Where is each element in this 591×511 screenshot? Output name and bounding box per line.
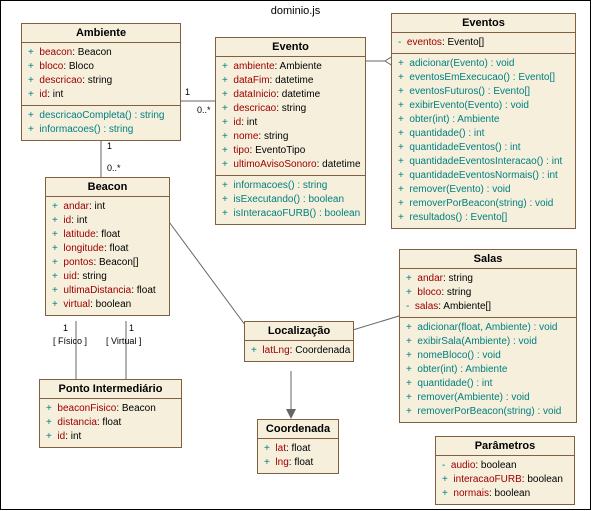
attrs: + beaconFisico: Beacon+ distancia: float… <box>40 399 181 447</box>
attribute-row: + andar: int <box>52 200 163 214</box>
attribute-row: + id: int <box>222 116 359 130</box>
attribute-row: + descricao: string <box>222 102 359 116</box>
attribute-row: + andar: string <box>406 272 570 286</box>
mult: [ Físico ] <box>53 336 87 346</box>
attrs: - eventos: Evento[] <box>392 33 575 54</box>
class-name: Parâmetros <box>436 437 574 456</box>
mult: 1 <box>63 323 68 333</box>
operation-row: + remover(Evento) : void <box>398 183 569 197</box>
mult: [ Virtual ] <box>106 336 141 346</box>
attribute-row: + id: int <box>46 430 175 444</box>
class-ambiente: Ambiente + beacon: Beacon+ bloco: Bloco+… <box>21 23 181 141</box>
attribute-row: + beacon: Beacon <box>28 46 174 60</box>
mult: 0..* <box>197 105 211 115</box>
attribute-row: + lng: float <box>264 456 332 470</box>
operation-row: + eventosEmExecucao() : Evento[] <box>398 71 569 85</box>
attribute-row: + dataFim: datetime <box>222 74 359 88</box>
class-name: Eventos <box>392 14 575 33</box>
attribute-row: + longitude: float <box>52 242 163 256</box>
class-salas: Salas + andar: string+ bloco: string- sa… <box>399 249 577 423</box>
operation-row: + quantidadeEventosInteracao() : int <box>398 155 569 169</box>
operation-row: + informacoes() : string <box>28 123 174 137</box>
attribute-row: + ambiente: Ambiente <box>222 60 359 74</box>
attribute-row: + virtual: boolean <box>52 298 163 312</box>
class-name: Ponto Intermediário <box>40 380 181 399</box>
attrs: - audio: boolean+ interacaoFURB: boolean… <box>436 456 574 504</box>
operation-row: + obter(int) : Ambiente <box>398 113 569 127</box>
uml-canvas: dominio.js 1 0..* 1 0..* 1 [ Físico ] 1 … <box>0 0 591 510</box>
class-evento: Evento + ambiente: Ambiente+ dataFim: da… <box>215 37 366 225</box>
class-name: Beacon <box>46 178 169 197</box>
mult: 1 <box>185 87 190 97</box>
operation-row: + quantidade() : int <box>406 377 570 391</box>
attrs: + ambiente: Ambiente+ dataFim: datetime+… <box>216 57 365 176</box>
class-parametros: Parâmetros - audio: boolean+ interacaoFU… <box>435 436 575 505</box>
class-ponto-intermediario: Ponto Intermediário + beaconFisico: Beac… <box>39 379 182 448</box>
attribute-row: - audio: boolean <box>442 459 568 473</box>
attrs: + latLng: Coordenada <box>245 341 353 361</box>
operation-row: + resultados() : Evento[] <box>398 211 569 225</box>
operation-row: + quantidadeEventos() : int <box>398 141 569 155</box>
mult: 1 <box>129 323 134 333</box>
operation-row: + exibirEvento(Evento) : void <box>398 99 569 113</box>
attrs: + andar: string+ bloco: string- salas: A… <box>400 269 576 318</box>
ops: + adicionar(Evento) : void+ eventosEmExe… <box>392 54 575 228</box>
operation-row: + nomeBloco() : void <box>406 349 570 363</box>
attribute-row: + ultimoAvisoSonoro: datetime <box>222 158 359 172</box>
class-beacon: Beacon + andar: int+ id: int+ latitude: … <box>45 177 170 316</box>
attribute-row: + descricao: string <box>28 74 174 88</box>
operation-row: + obter(int) : Ambiente <box>406 363 570 377</box>
operation-row: + eventosFuturos() : Evento[] <box>398 85 569 99</box>
attribute-row: + distancia: float <box>46 416 175 430</box>
class-eventos: Eventos - eventos: Evento[] + adicionar(… <box>391 13 576 229</box>
class-name: Localização <box>245 322 353 341</box>
operation-row: + isExecutando() : boolean <box>222 193 359 207</box>
operation-row: + isInteracaoFURB() : boolean <box>222 207 359 221</box>
mult: 1 <box>107 141 112 151</box>
ops: + descricaoCompleta() : string+ informac… <box>22 106 180 140</box>
operation-row: + quantidadeEventosNormais() : int <box>398 169 569 183</box>
attribute-row: + normais: boolean <box>442 487 568 501</box>
class-name: Ambiente <box>22 24 180 43</box>
class-name: Evento <box>216 38 365 57</box>
operation-row: + adicionar(float, Ambiente) : void <box>406 321 570 335</box>
attrs: + beacon: Beacon+ bloco: Bloco+ descrica… <box>22 43 180 106</box>
attribute-row: + latLng: Coordenada <box>251 344 347 358</box>
attribute-row: + ultimaDistancia: float <box>52 284 163 298</box>
operation-row: + exibirSala(Ambiente) : void <box>406 335 570 349</box>
operation-row: + descricaoCompleta() : string <box>28 109 174 123</box>
attribute-row: + beaconFisico: Beacon <box>46 402 175 416</box>
attribute-row: + uid: string <box>52 270 163 284</box>
attribute-row: + bloco: string <box>406 286 570 300</box>
class-name: Coordenada <box>258 420 338 439</box>
attrs: + lat: float+ lng: float <box>258 439 338 473</box>
attribute-row: + nome: string <box>222 130 359 144</box>
attribute-row: + lat: float <box>264 442 332 456</box>
attribute-row: + tipo: EventoTipo <box>222 144 359 158</box>
attrs: + andar: int+ id: int+ latitude: float+ … <box>46 197 169 315</box>
attribute-row: - eventos: Evento[] <box>398 36 569 50</box>
class-name: Salas <box>400 250 576 269</box>
attribute-row: + latitude: float <box>52 228 163 242</box>
ops: + adicionar(float, Ambiente) : void+ exi… <box>400 318 576 422</box>
ops: + informacoes() : string+ isExecutando()… <box>216 176 365 224</box>
operation-row: + removerPorBeacon(string) : void <box>406 405 570 419</box>
class-coordenada: Coordenada + lat: float+ lng: float <box>257 419 339 474</box>
operation-row: + informacoes() : string <box>222 179 359 193</box>
class-localizacao: Localização + latLng: Coordenada <box>244 321 354 362</box>
attribute-row: - salas: Ambiente[] <box>406 300 570 314</box>
attribute-row: + pontos: Beacon[] <box>52 256 163 270</box>
operation-row: + removerPorBeacon(string) : void <box>398 197 569 211</box>
mult: 0..* <box>107 163 121 173</box>
operation-row: + adicionar(Evento) : void <box>398 57 569 71</box>
operation-row: + remover(Ambiente) : void <box>406 391 570 405</box>
attribute-row: + id: int <box>28 88 174 102</box>
attribute-row: + id: int <box>52 214 163 228</box>
attribute-row: + bloco: Bloco <box>28 60 174 74</box>
attribute-row: + interacaoFURB: boolean <box>442 473 568 487</box>
attribute-row: + dataInicio: datetime <box>222 88 359 102</box>
operation-row: + quantidade() : int <box>398 127 569 141</box>
